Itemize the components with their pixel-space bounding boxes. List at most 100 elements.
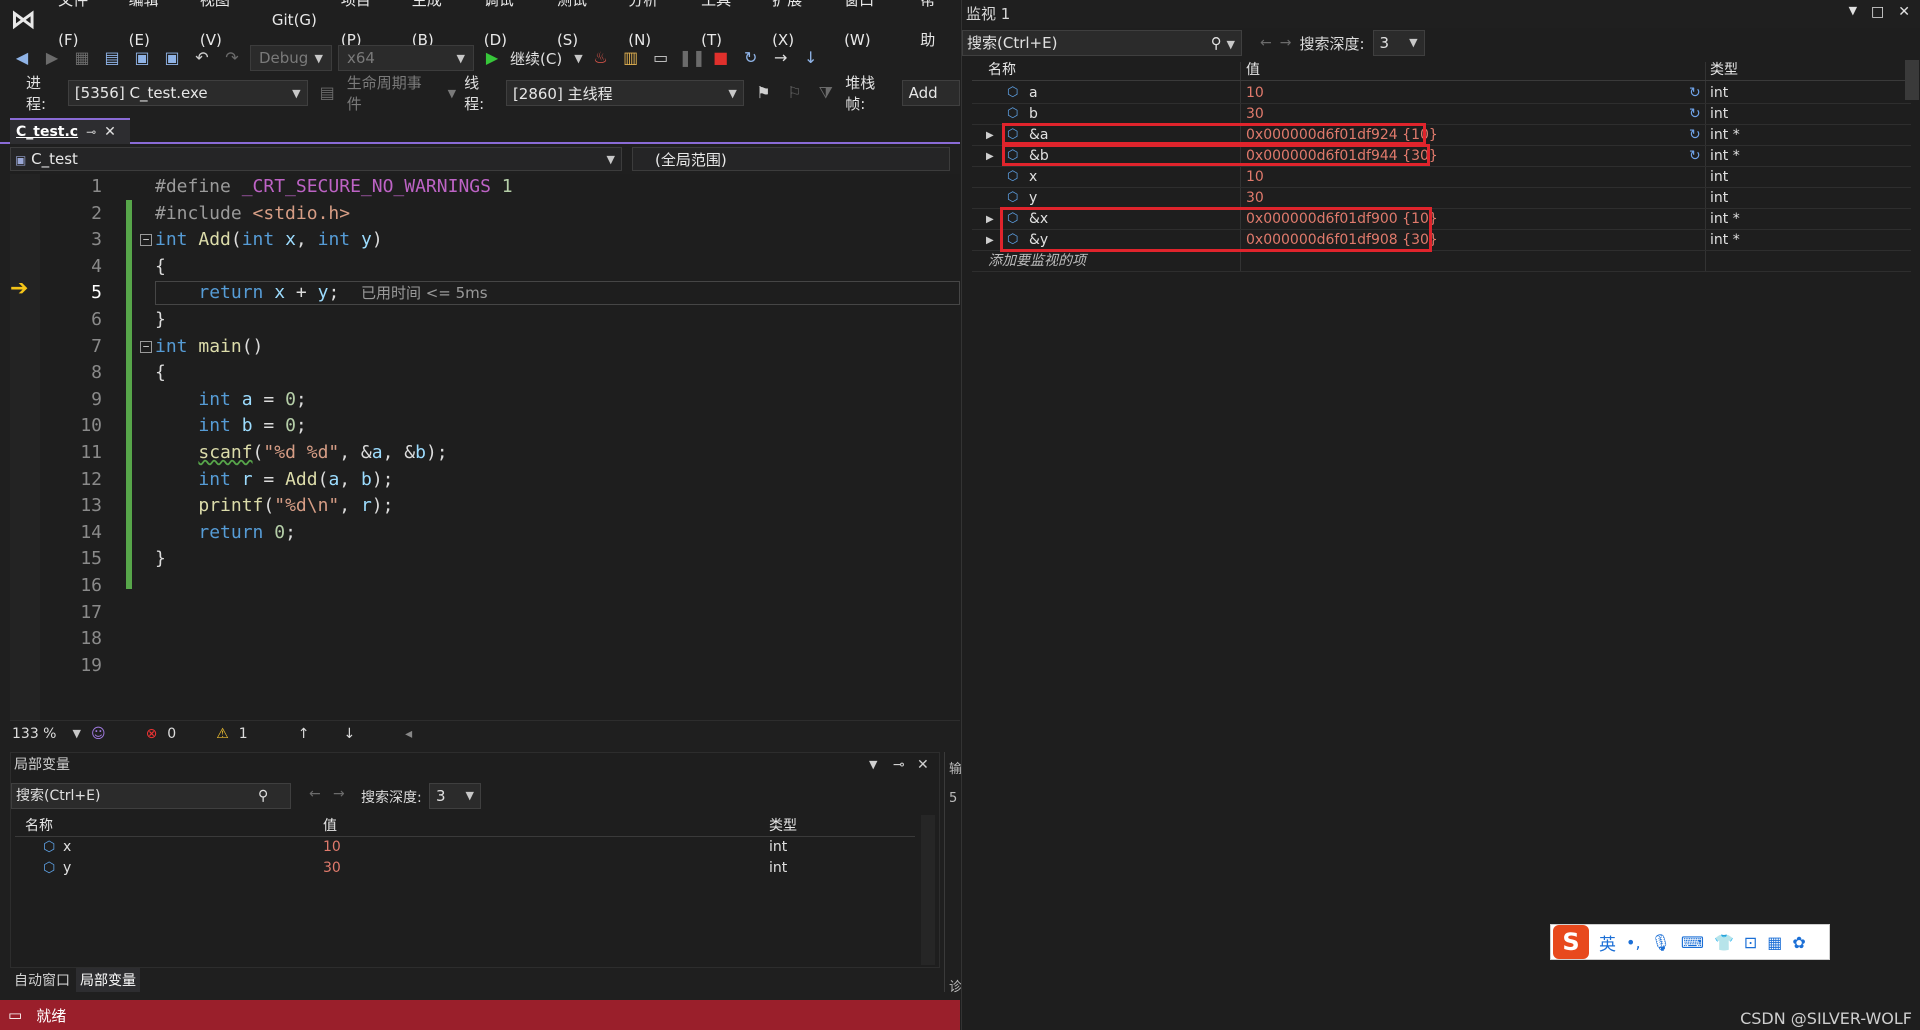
flag-all-icon[interactable]: ⚐: [783, 81, 806, 105]
previous-issue-icon[interactable]: ↑: [298, 726, 310, 742]
show-next-statement-icon[interactable]: →: [769, 46, 793, 70]
cell-value[interactable]: 10: [323, 839, 341, 855]
back-icon[interactable]: ◀: [10, 46, 34, 70]
tab-autos[interactable]: 自动窗口: [10, 968, 74, 992]
pause-icon[interactable]: ❚❚: [679, 46, 706, 70]
search-forward-icon[interactable]: →: [333, 786, 345, 802]
column-header-name[interactable]: 名称: [25, 815, 53, 837]
new-project-icon[interactable]: ▦: [70, 46, 94, 70]
add-watch-placeholder[interactable]: 添加要监视的项: [988, 251, 1086, 272]
pin-icon[interactable]: ⊸: [86, 125, 96, 139]
settings-icon[interactable]: ✿: [1792, 933, 1805, 952]
lifecycle-events-icon[interactable]: ▤: [316, 81, 339, 105]
table-row[interactable]: ⬡ x 10 int: [11, 839, 911, 859]
cell-value[interactable]: 30: [323, 860, 341, 876]
stop-icon[interactable]: ■: [709, 46, 733, 70]
search-icon[interactable]: ⚲: [258, 784, 268, 808]
step-into-icon[interactable]: ↓: [799, 46, 823, 70]
close-icon[interactable]: ✕: [917, 753, 929, 777]
lifecycle-events-button[interactable]: 生命周期事件: [347, 72, 434, 114]
code-editor[interactable]: 1 #define _CRT_SECURE_NO_WARNINGS 1 2 #inc…: [10, 174, 960, 720]
cell-value[interactable]: 30: [1246, 104, 1264, 125]
locals-search-input[interactable]: 搜索(Ctrl+E) ⚲: [11, 783, 291, 809]
open-folder-icon[interactable]: ▥: [619, 46, 643, 70]
open-file-icon[interactable]: ▤: [100, 46, 124, 70]
watch-row[interactable]: ⬡ a 10 ↻ int: [972, 83, 1911, 104]
table-row[interactable]: ⬡ y 30 int: [11, 860, 911, 880]
watch-row[interactable]: ⬡ y 30 int: [972, 188, 1911, 209]
watch-row[interactable]: ⬡ x 10 int: [972, 167, 1911, 188]
close-icon[interactable]: ✕: [104, 124, 116, 140]
watch-search-input[interactable]: 搜索(Ctrl+E) ⚲ ▼: [962, 30, 1242, 56]
column-header-value[interactable]: 值: [323, 815, 337, 837]
column-header-value[interactable]: 值: [1246, 60, 1260, 81]
next-issue-icon[interactable]: ↓: [343, 726, 355, 742]
expand-icon[interactable]: ▶: [986, 209, 994, 230]
layout-icon[interactable]: ▭: [649, 46, 673, 70]
cell-value[interactable]: 30: [1246, 188, 1264, 209]
refresh-icon[interactable]: ↻: [1689, 146, 1701, 167]
search-forward-icon[interactable]: →: [1280, 35, 1292, 51]
tab-locals[interactable]: 局部变量: [76, 968, 140, 992]
redo-icon[interactable]: ↷: [220, 46, 244, 70]
skin-shirt-icon[interactable]: 👕: [1714, 933, 1734, 952]
locals-scrollbar[interactable]: [921, 815, 935, 965]
flag-icon[interactable]: ⚑: [752, 81, 775, 105]
sogou-logo-icon[interactable]: S: [1553, 925, 1589, 959]
search-back-icon[interactable]: ←: [1260, 35, 1272, 51]
microphone-icon[interactable]: 🎙: [1651, 933, 1671, 952]
close-icon[interactable]: ✕: [1898, 4, 1910, 20]
visual-studio-logo-icon[interactable]: ⋈: [0, 0, 46, 40]
collapse-icon[interactable]: −: [140, 234, 152, 247]
cell-name[interactable]: a: [1029, 83, 1038, 104]
column-header-name[interactable]: 名称: [988, 60, 1016, 81]
chevron-down-icon[interactable]: ▼: [869, 753, 877, 777]
cell-name[interactable]: y: [1029, 188, 1037, 209]
continue-button[interactable]: 继续(C): [510, 48, 562, 69]
column-header-type[interactable]: 类型: [769, 815, 797, 837]
search-icon[interactable]: ⚲ ▼: [1211, 31, 1235, 55]
depth-select[interactable]: 3 ▼: [429, 783, 481, 809]
add-watch-row[interactable]: 添加要监视的项: [972, 251, 1911, 272]
watch-row[interactable]: ⬡ b 30 ↻ int: [972, 104, 1911, 125]
copilot-icon[interactable]: ☺: [91, 726, 106, 742]
scope-select[interactable]: (全局范围): [632, 147, 950, 171]
column-header-type[interactable]: 类型: [1710, 60, 1738, 81]
hot-reload-icon[interactable]: ♨: [589, 46, 613, 70]
continue-play-icon[interactable]: ▶: [480, 46, 504, 70]
cell-value[interactable]: 10: [1246, 167, 1264, 188]
process-select[interactable]: [5356] C_test.exe ▼: [67, 80, 308, 106]
refresh-icon[interactable]: ↻: [1689, 125, 1701, 146]
restart-icon[interactable]: ↻: [739, 46, 763, 70]
ime-mode-button[interactable]: 英: [1599, 930, 1616, 955]
chevron-down-icon[interactable]: ▼: [1849, 4, 1857, 20]
execution-pointer-arrow-icon[interactable]: ➔: [10, 278, 32, 300]
expand-icon[interactable]: ▶: [986, 125, 994, 146]
maximize-icon[interactable]: □: [1871, 4, 1884, 20]
status-icon[interactable]: ▭: [8, 1006, 22, 1024]
forward-icon[interactable]: ▶: [40, 46, 64, 70]
project-select[interactable]: ▣ C_test ▼: [10, 147, 622, 171]
depth-select[interactable]: 3 ▼: [1372, 30, 1425, 56]
tab-c-test-c[interactable]: C_test.c ⊸ ✕: [10, 118, 130, 144]
error-icon[interactable]: ⊗: [146, 726, 158, 742]
cell-name[interactable]: b: [1029, 104, 1038, 125]
collapse-icon[interactable]: −: [140, 340, 152, 353]
output-panel-char[interactable]: 输: [949, 758, 962, 777]
thread-select[interactable]: [2860] 主线程 ▼: [505, 80, 744, 106]
save-icon[interactable]: ▣: [130, 46, 154, 70]
watch-scrollbar[interactable]: [1905, 60, 1919, 100]
chevron-down-icon[interactable]: ▼: [448, 87, 456, 100]
warning-icon[interactable]: ⚠: [216, 726, 229, 742]
platform-select[interactable]: x64 ▼: [338, 45, 474, 71]
cell-value[interactable]: 10: [1246, 83, 1264, 104]
scroll-left-icon[interactable]: ◂: [405, 726, 412, 742]
cell-name[interactable]: x: [1029, 167, 1037, 188]
keyboard-icon[interactable]: ⌨: [1681, 933, 1704, 952]
punctuation-icon[interactable]: •,: [1626, 933, 1641, 952]
refresh-icon[interactable]: ↻: [1689, 104, 1701, 125]
expand-icon[interactable]: ▶: [986, 146, 994, 167]
filter-icon[interactable]: ⧩: [814, 81, 837, 105]
pin-icon[interactable]: ⊸: [893, 753, 905, 777]
expand-icon[interactable]: ▶: [986, 230, 994, 251]
